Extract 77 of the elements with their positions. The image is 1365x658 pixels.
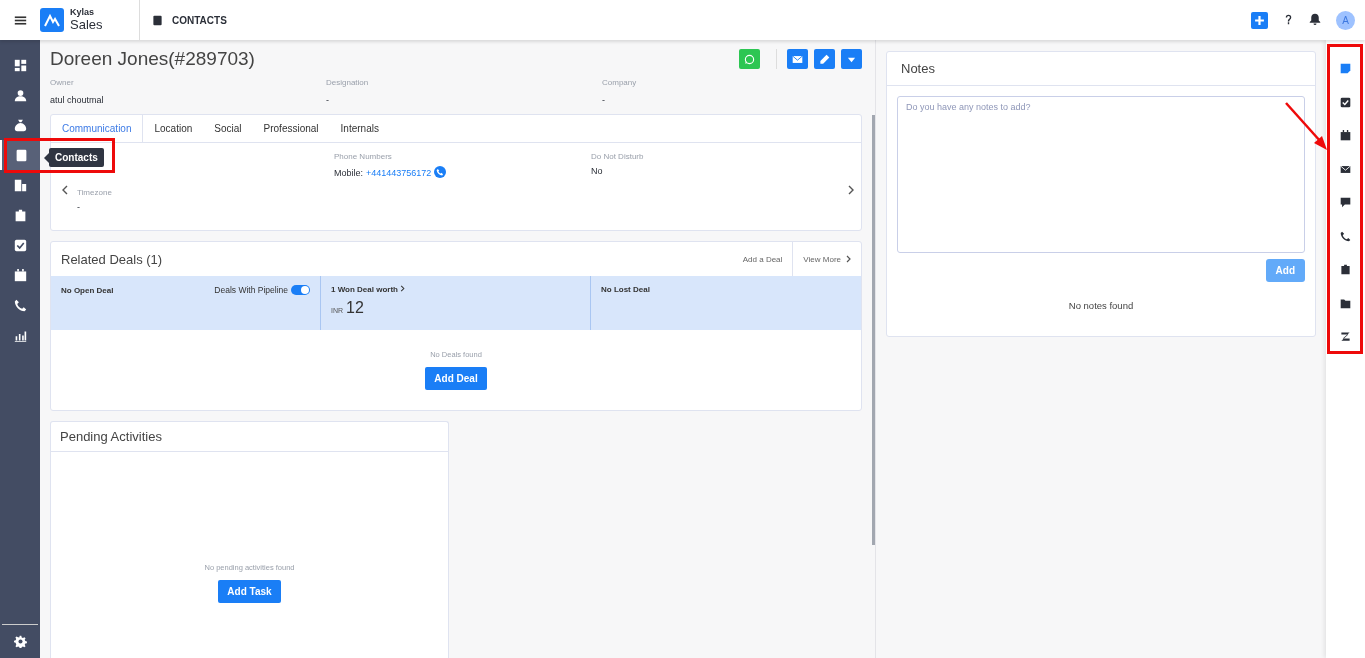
field-value: - [602, 95, 606, 105]
building-icon [13, 178, 27, 192]
summary-label: No Open Deal [61, 285, 114, 295]
field-value: atul choutmal [50, 95, 105, 105]
chevron-left-icon[interactable] [60, 185, 68, 195]
field-label: Designation [326, 78, 370, 87]
money-bag-icon [13, 118, 27, 132]
contact-card-icon [152, 14, 163, 26]
page-title: CONTACTS [172, 14, 227, 26]
call-icon[interactable] [434, 166, 447, 178]
bell-icon[interactable] [1309, 13, 1321, 25]
field-value: No [591, 166, 604, 176]
field-label: Company [602, 78, 638, 87]
tab[interactable]: Professional [252, 115, 330, 142]
deal-amount: 12 [346, 299, 364, 317]
chevron-right-icon [846, 255, 851, 263]
won-deals-link[interactable]: 1 Won Deal worth [331, 285, 406, 294]
menu-icon[interactable] [13, 13, 27, 27]
field-label: Timezone [77, 188, 113, 197]
checkbox-icon[interactable] [1340, 96, 1351, 108]
dashboard-icon [13, 58, 27, 72]
chat-bubble-icon[interactable] [1340, 197, 1351, 209]
field-label: Mobile: [334, 168, 363, 178]
contact-name: Doreen Jones(#289703) [50, 48, 256, 70]
chat-circle-icon [744, 53, 755, 65]
chevron-right-icon[interactable] [847, 185, 855, 195]
section-title: Pending Activities [60, 429, 163, 444]
field-label: Do Not Disturb [591, 152, 645, 161]
checkbox-icon [13, 238, 27, 252]
folder-icon[interactable] [1340, 297, 1351, 309]
calendar-icon[interactable] [1340, 130, 1351, 142]
calendar-icon [13, 268, 27, 282]
add-button[interactable] [1251, 11, 1268, 29]
notes-input[interactable]: Do you have any notes to add? [897, 96, 1305, 253]
clipboard-icon[interactable] [1340, 264, 1351, 276]
person-icon [13, 88, 27, 102]
tooltip: Contacts [44, 148, 104, 167]
field-value: - [77, 202, 81, 212]
add-deal-button[interactable]: Add Deal [425, 367, 487, 390]
add-task-button[interactable]: Add Task [218, 580, 281, 603]
tab[interactable]: Social [203, 115, 253, 142]
phone-icon [13, 298, 27, 312]
scrollbar[interactable] [872, 115, 875, 545]
contact-card-icon [14, 148, 28, 162]
toggle-label: Deals With Pipeline [214, 285, 288, 295]
field-label: Owner [50, 78, 75, 87]
email-button[interactable] [787, 49, 808, 69]
tab[interactable]: Communication [51, 115, 144, 142]
plus-icon [1254, 14, 1265, 26]
note-icon[interactable] [1340, 63, 1351, 75]
mountain-logo-icon [40, 8, 64, 32]
bar-chart-icon [13, 328, 27, 342]
tab[interactable]: Location [143, 115, 204, 142]
product-name: Sales [70, 17, 103, 33]
summary-label: No Lost Deal [601, 285, 650, 294]
pencil-icon [819, 53, 830, 65]
phone-link[interactable]: +441443756172 [366, 168, 432, 178]
phone-icon[interactable] [1340, 230, 1351, 242]
section-title: Notes [887, 52, 1315, 86]
settings-icon[interactable] [13, 635, 27, 648]
envelope-icon [792, 53, 803, 65]
field-label: Phone Numbers [334, 152, 393, 161]
toggle-switch[interactable] [291, 285, 310, 295]
z-logo-icon[interactable] [1340, 331, 1351, 343]
field-value: - [326, 95, 330, 105]
help-icon[interactable] [1283, 13, 1294, 25]
tab[interactable]: Internals [329, 115, 390, 142]
chevron-right-icon [400, 285, 406, 292]
add-deal-link[interactable]: Add a Deal [732, 242, 793, 276]
annotation-arrow [1283, 100, 1329, 152]
empty-message: No notes found [1068, 300, 1134, 311]
edit-button[interactable] [814, 49, 835, 69]
section-title: Related Deals (1) [61, 251, 164, 267]
clipboard-icon [13, 208, 27, 222]
brand-name: Kylas [70, 7, 96, 18]
dropdown-button[interactable] [841, 49, 862, 69]
envelope-icon[interactable] [1340, 163, 1351, 175]
